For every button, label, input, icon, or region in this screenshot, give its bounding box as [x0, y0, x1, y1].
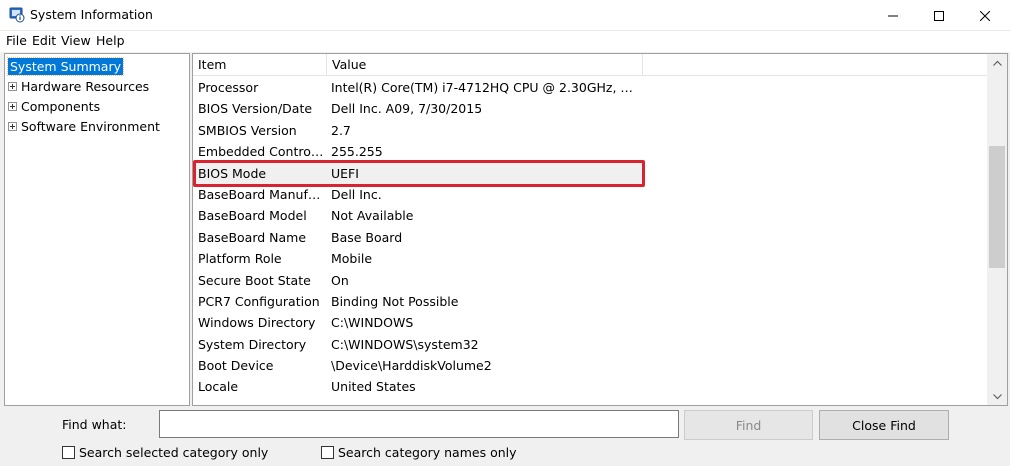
expand-plus-icon[interactable]: [8, 122, 17, 131]
find-what-input[interactable]: [159, 410, 679, 438]
row-value: Mobile: [331, 251, 373, 267]
expand-plus-icon[interactable]: [8, 102, 17, 111]
row-item: Platform Role: [198, 251, 282, 267]
table-row-bios-mode[interactable]: BIOS Mode UEFI: [193, 163, 988, 184]
row-item: Boot Device: [198, 358, 274, 374]
table-row[interactable]: BaseBoard Manufact... Dell Inc.: [193, 184, 988, 205]
checkbox-box[interactable]: [321, 445, 334, 459]
row-item: System Directory: [198, 336, 307, 352]
row-item: Secure Boot State: [198, 272, 311, 288]
row-value: \Device\HarddiskVolume2: [331, 358, 492, 374]
row-item: Embedded Controll...: [198, 144, 326, 160]
details-list[interactable]: Item Value Processor Intel(R) Core(TM) i7…: [192, 53, 1008, 406]
tree-item-label: Hardware Resources: [21, 79, 150, 94]
search-category-names-checkbox[interactable]: Search category names only: [321, 444, 517, 460]
row-item: BaseBoard Manufact...: [198, 186, 326, 202]
table-row[interactable]: BaseBoard Model Not Available: [193, 205, 988, 226]
row-value: 255.255: [331, 144, 383, 160]
table-row[interactable]: BIOS Version/Date Dell Inc. A09, 7/30/201…: [193, 98, 988, 119]
find-button[interactable]: Find: [684, 410, 813, 440]
table-row[interactable]: BaseBoard Name Base Board: [193, 227, 988, 248]
table-row[interactable]: Embedded Controll... 255.255: [193, 141, 988, 162]
chevron-down-icon: [992, 393, 1002, 399]
checkbox-box[interactable]: [62, 445, 75, 459]
tree-item-system-summary[interactable]: System Summary: [7, 57, 124, 76]
system-information-app-icon: [9, 7, 25, 23]
window-title: System Information: [30, 7, 153, 22]
minimize-icon: [888, 15, 898, 16]
expand-plus-icon[interactable]: [8, 82, 17, 91]
row-value: Base Board: [331, 229, 403, 245]
table-row[interactable]: Locale United States: [193, 376, 988, 397]
menu-help[interactable]: Help: [96, 33, 125, 48]
row-value: 2.7: [331, 122, 351, 138]
close-find-button[interactable]: Close Find: [819, 410, 949, 440]
scroll-down-button[interactable]: [987, 388, 1007, 405]
row-item: SMBIOS Version: [198, 122, 297, 138]
row-item: Processor: [198, 80, 259, 95]
row-item: BIOS Mode: [198, 165, 267, 181]
menu-edit[interactable]: Edit: [32, 33, 56, 48]
table-row[interactable]: Windows Directory C:\WINDOWS: [193, 312, 988, 333]
table-row[interactable]: Boot Device \Device\HarddiskVolume2: [193, 355, 988, 376]
row-value: Dell Inc.: [331, 186, 382, 202]
table-row[interactable]: Platform Role Mobile: [193, 248, 988, 269]
column-header-value[interactable]: Value: [327, 54, 643, 76]
checkbox-label: Search selected category only: [79, 444, 269, 460]
close-button[interactable]: [962, 0, 1008, 31]
tree-item-label: Components: [21, 99, 101, 114]
row-item: BaseBoard Name: [198, 229, 307, 245]
menu-file[interactable]: File: [6, 33, 27, 48]
row-item: BIOS Version/Date: [198, 101, 313, 117]
row-item: BaseBoard Model: [198, 208, 307, 224]
row-value: Dell Inc. A09, 7/30/2015: [331, 101, 483, 117]
row-item: Windows Directory: [198, 315, 316, 331]
minimize-button[interactable]: [870, 0, 916, 31]
menu-view[interactable]: View: [61, 33, 91, 48]
scroll-up-button[interactable]: [987, 54, 1007, 71]
chevron-up-icon: [992, 60, 1002, 66]
table-row[interactable]: Processor Intel(R) Core(TM) i7-4712HQ CPU…: [193, 77, 988, 98]
maximize-icon: [934, 10, 944, 21]
menu-bar: File Edit View Help: [0, 31, 1010, 52]
row-value: C:\WINDOWS: [331, 315, 414, 331]
find-what-label: Find what:: [62, 417, 127, 432]
table-row[interactable]: Secure Boot State On: [193, 270, 988, 291]
tree-item-label: Software Environment: [21, 119, 160, 134]
table-row[interactable]: PCR7 Configuration Binding Not Possible: [193, 291, 988, 312]
category-tree[interactable]: System Summary Hardware Resources Compon…: [4, 53, 190, 406]
title-bar: System Information: [0, 0, 1010, 31]
row-value: Not Available: [331, 208, 414, 224]
scrollbar-thumb[interactable]: [989, 146, 1005, 268]
row-value: UEFI: [331, 165, 359, 181]
list-rows: Processor Intel(R) Core(TM) i7-4712HQ CPU…: [193, 77, 988, 398]
maximize-button[interactable]: [916, 0, 962, 31]
table-row[interactable]: SMBIOS Version 2.7: [193, 120, 988, 141]
row-value: Intel(R) Core(TM) i7-4712HQ CPU @ 2.30GH…: [331, 80, 640, 95]
column-header-item[interactable]: Item: [193, 54, 327, 76]
row-value: Binding Not Possible: [331, 293, 459, 309]
row-value: United States: [331, 379, 416, 395]
table-row[interactable]: System Directory C:\WINDOWS\system32: [193, 334, 988, 355]
row-value: On: [331, 272, 349, 288]
close-icon: [980, 10, 990, 21]
row-value: C:\WINDOWS\system32: [331, 336, 479, 352]
checkbox-label: Search category names only: [338, 444, 517, 460]
row-item: PCR7 Configuration: [198, 293, 320, 309]
row-item: Locale: [198, 379, 239, 395]
list-header: Item Value: [193, 54, 988, 76]
vertical-scrollbar[interactable]: [987, 54, 1007, 405]
search-selected-category-checkbox[interactable]: Search selected category only: [62, 444, 268, 460]
